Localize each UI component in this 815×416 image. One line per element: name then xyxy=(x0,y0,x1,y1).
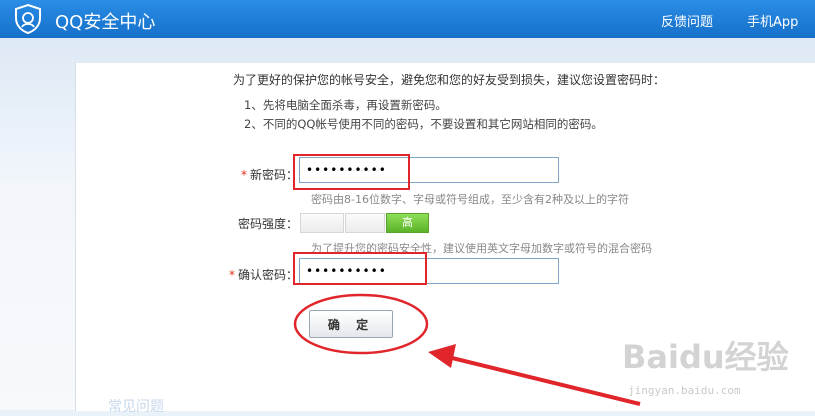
nav-feedback-link[interactable]: 反馈问题 xyxy=(661,11,713,30)
required-mark: * xyxy=(240,168,247,182)
security-tip-2: 2、不同的QQ帐号使用不同的密码，不要设置和其它网站相同的密码。 xyxy=(244,117,603,131)
brand-title: QQ安全中心 xyxy=(55,12,156,33)
new-password-label: * 新密码： xyxy=(240,168,298,182)
top-bar: QQ安全中心 反馈问题 手机App xyxy=(0,0,815,38)
password-strength-label: 密码强度： xyxy=(237,217,298,231)
nav-mobile-app-link[interactable]: 手机App xyxy=(747,11,798,30)
security-tip-heading: 为了更好的保护您的帐号安全，避免您和您的好友受到损失，建议您设置密码时： xyxy=(233,73,666,87)
new-password-hint: 密码由8-16位数字、字母或符号组成，至少含有2种及以上的字符 xyxy=(311,193,629,206)
new-password-input[interactable] xyxy=(299,157,559,183)
confirm-password-label: * 确认密码： xyxy=(228,268,298,282)
security-tip-1: 1、先将电脑全面杀毒，再设置新密码。 xyxy=(244,98,447,112)
strength-segment-medium xyxy=(345,213,385,233)
confirm-button[interactable]: 确 定 xyxy=(309,310,393,338)
required-mark: * xyxy=(228,268,235,282)
strength-segment-low xyxy=(300,213,344,233)
baidu-watermark-logo: Baidu经验 xyxy=(622,338,789,376)
strength-segment-high: 高 xyxy=(386,213,429,233)
confirm-password-input[interactable] xyxy=(299,258,559,284)
baidu-watermark-url: jingyan.baidu.com xyxy=(628,384,741,397)
password-strength-hint: 为了提升您的密码安全性，建议使用英文字母加数字或符号的混合密码 xyxy=(311,242,652,255)
faq-link-partial[interactable]: 常见问题 xyxy=(108,396,164,416)
shield-logo-icon xyxy=(15,3,41,35)
